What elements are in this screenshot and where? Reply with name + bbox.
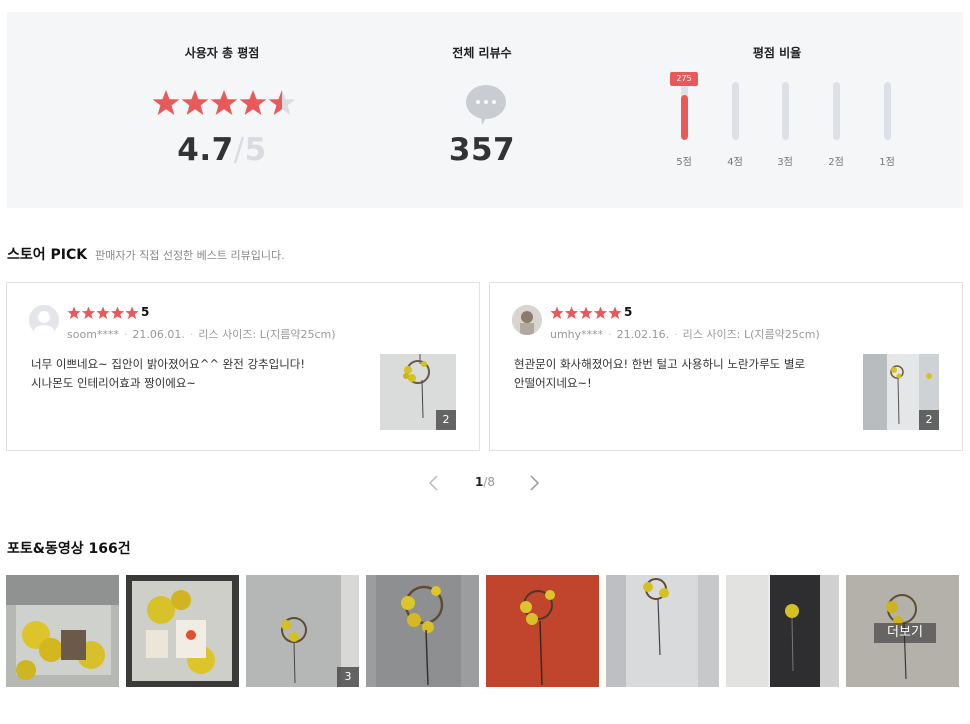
avatar: [29, 305, 59, 335]
review-meta: soom**** · 21.06.01. · 리스 사이즈: L(지름약25cm): [67, 328, 336, 341]
star-icon: [81, 306, 96, 319]
star-icon: [593, 306, 608, 319]
review-stars: [550, 306, 622, 319]
star-icon: [67, 306, 81, 319]
page-total: 8: [487, 475, 496, 489]
review-meta: umhy**** · 21.02.16. · 리스 사이즈: L(지름약25cm): [550, 328, 820, 341]
chevron-right-icon[interactable]: [525, 474, 543, 492]
review-date: 21.06.01.: [132, 328, 185, 341]
user-photo-avatar: [512, 305, 542, 335]
store-pick-description: 판매자가 직접 선정한 베스트 리뷰입니다.: [95, 249, 285, 262]
ratio-bar-label: 5점: [676, 157, 692, 168]
rating-value: 4.7: [177, 132, 234, 168]
star-icon: [96, 306, 110, 319]
ratio-bar-label: 2점: [828, 157, 844, 168]
star-icon: [608, 306, 622, 319]
ratio-bar-label: 3점: [777, 157, 793, 168]
photo-count-badge: 2: [436, 410, 456, 430]
review-text: 현관문이 화사해졌어요! 한번 털고 사용하니 노란가루도 별로 안떨어지네요~…: [514, 355, 844, 393]
ratio-bar-label: 4점: [727, 157, 743, 168]
default-user-icon: [29, 305, 59, 335]
photo-thumbnail[interactable]: [486, 575, 599, 687]
review-count-title: 전체 리뷰수: [452, 46, 512, 60]
review-date: 21.02.16.: [616, 328, 670, 341]
review-rating: 5: [624, 305, 633, 319]
ratio-bar-track: [833, 82, 840, 140]
speech-bubble-icon: [465, 84, 507, 126]
photo-thumbnail[interactable]: [366, 575, 479, 687]
review-count-section: 전체 리뷰수 357: [367, 12, 597, 208]
ratio-bar-label: 1점: [879, 157, 895, 168]
rating-ratio-section: 평점 비율 275 5점 4점 3점 2점 1점: [647, 12, 907, 208]
review-text-line: 안떨어지네요~!: [514, 376, 592, 390]
best-review-card[interactable]: 5 soom**** · 21.06.01. · 리스 사이즈: L(지름약25cm) …: [6, 282, 480, 451]
ratio-bar-4: 4점: [715, 76, 755, 186]
more-photos-button[interactable]: 더보기: [874, 623, 936, 643]
review-text-line: 시나몬도 인테리어효과 짱이에요~: [31, 376, 197, 390]
star-icon: [239, 90, 267, 115]
review-rating: 5: [141, 305, 150, 319]
ratio-bar-track: [884, 82, 891, 140]
review-count-value: 357: [448, 132, 516, 168]
rating-ratio-bars: 275 5점 4점 3점 2점 1점: [647, 72, 907, 186]
star-icon: [152, 90, 180, 115]
rating-ratio-title: 평점 비율: [752, 46, 802, 60]
ratio-bar-1: 1점: [867, 76, 907, 186]
ratio-bar-tooltip: 275: [670, 72, 698, 86]
photo-thumbnail[interactable]: 3: [246, 575, 359, 687]
photo-video-title: 포토&동영상 166건: [7, 541, 131, 557]
review-text-line: 너무 이쁘네요~ 집안이 밝아졌어요^^ 완전 강추입니다!: [31, 357, 305, 371]
star-icon: [125, 306, 139, 319]
star-icon-row: [152, 90, 296, 115]
ratio-bar-3: 3점: [765, 76, 805, 186]
page-indicator: 1/8: [460, 475, 510, 489]
review-option: 리스 사이즈: L(지름약25cm): [198, 328, 336, 341]
review-text-line: 현관문이 화사해졌어요! 한번 털고 사용하니 노란가루도 별로: [514, 357, 806, 371]
chevron-left-icon[interactable]: [425, 474, 443, 492]
ratio-bar-5: 275 5점: [664, 72, 704, 186]
total-rating-stars: [152, 88, 297, 118]
star-icon: [579, 306, 593, 319]
total-rating-title: 사용자 총 평점: [184, 46, 260, 60]
review-text: 너무 이쁘네요~ 집안이 밝아졌어요^^ 완전 강추입니다! 시나몬도 인테리어…: [31, 355, 361, 393]
ratio-bar-track: [681, 82, 688, 140]
half-star-icon: [268, 90, 296, 115]
review-photo-thumbnail[interactable]: 2: [863, 354, 939, 430]
photo-count-badge: 3: [337, 667, 359, 687]
photo-thumbnail[interactable]: [606, 575, 719, 687]
star-icon: [550, 306, 564, 319]
photo-thumbnail-more[interactable]: 더보기: [846, 575, 959, 687]
store-pick-header: 스토어 PICK 판매자가 직접 선정한 베스트 리뷰입니다.: [7, 244, 285, 264]
ratio-bar-track: [782, 82, 789, 140]
review-user: umhy****: [550, 328, 604, 341]
best-review-card[interactable]: 5 umhy**** · 21.02.16. · 리스 사이즈: L(지름약25cm) …: [489, 282, 963, 451]
review-stars: [67, 306, 139, 319]
review-user: soom****: [67, 328, 119, 341]
pick-pagination: 1/8: [420, 472, 550, 494]
avatar: [512, 305, 542, 335]
photo-count-badge: 2: [919, 410, 939, 430]
star-icon: [110, 306, 125, 319]
rating-summary-panel: 사용자 총 평점 4.7/5 전체 리뷰수 357 평점 비율 275 5점 4…: [7, 12, 963, 208]
ratio-bar-track: [732, 82, 739, 140]
store-pick-title: 스토어 PICK: [7, 247, 88, 263]
rating-max: 5: [244, 132, 267, 168]
total-rating-section: 사용자 총 평점 4.7/5: [107, 12, 337, 208]
star-icon: [181, 90, 209, 115]
review-photo-thumbnail[interactable]: 2: [380, 354, 456, 430]
review-option: 리스 사이즈: L(지름약25cm): [682, 328, 820, 341]
rating-slash: /: [233, 132, 245, 168]
photo-thumbnail[interactable]: [726, 575, 839, 687]
star-icon: [564, 306, 579, 319]
total-rating-score: 4.7/5: [107, 132, 337, 168]
photo-thumbnail[interactable]: [6, 575, 119, 687]
star-icon: [210, 90, 238, 115]
ratio-bar-fill: [681, 95, 688, 140]
photo-thumbnail[interactable]: [126, 575, 239, 687]
ratio-bar-2: 2점: [816, 76, 856, 186]
